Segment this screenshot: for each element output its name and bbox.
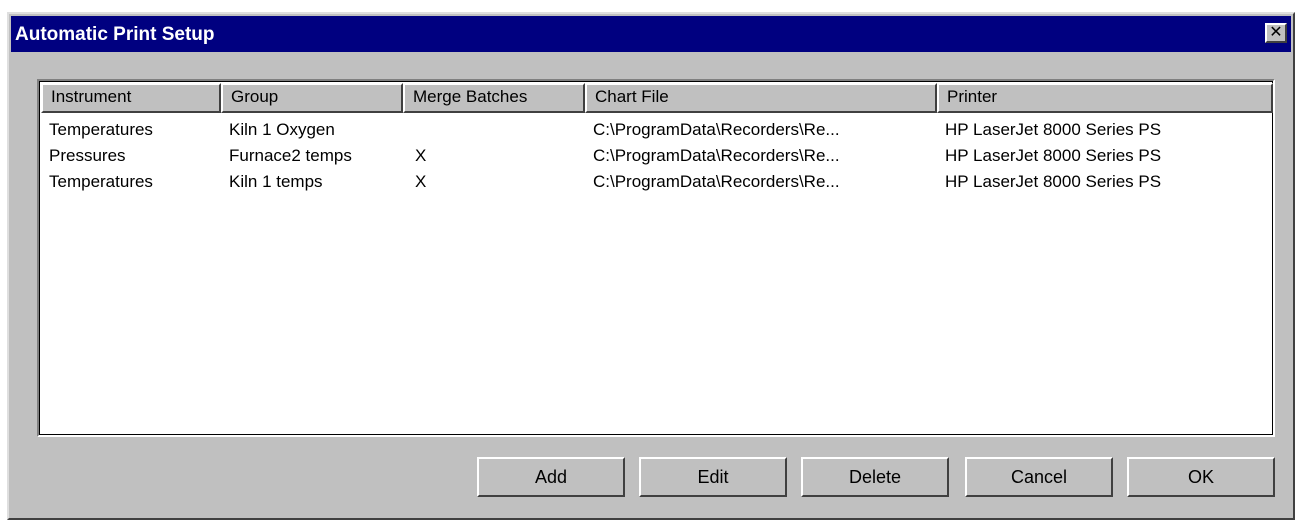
- window-title: Automatic Print Setup: [15, 24, 215, 45]
- cell-instrument: Temperatures: [49, 120, 153, 139]
- edit-button[interactable]: Edit: [639, 457, 787, 497]
- print-setup-list[interactable]: Instrument Group Merge Batches Chart Fil…: [37, 79, 1275, 437]
- ok-button[interactable]: OK: [1127, 457, 1275, 497]
- cell-chart-file: C:\ProgramData\Recorders\Re...: [593, 172, 840, 191]
- cell-printer: HP LaserJet 8000 Series PS: [945, 146, 1162, 165]
- list-rows: Temperatures Kiln 1 Oxygen C:\ProgramDat…: [41, 117, 1271, 195]
- column-header-chart-file[interactable]: Chart File: [585, 83, 937, 113]
- column-header-group[interactable]: Group: [221, 83, 403, 113]
- add-button[interactable]: Add: [477, 457, 625, 497]
- list-header: Instrument Group Merge Batches Chart Fil…: [41, 83, 1273, 113]
- column-header-merge-batches[interactable]: Merge Batches: [403, 83, 585, 113]
- title-bar[interactable]: Automatic Print Setup ✕: [11, 16, 1291, 52]
- automatic-print-setup-dialog: Automatic Print Setup ✕ Instrument Group…: [7, 12, 1295, 520]
- cancel-button[interactable]: Cancel: [965, 457, 1113, 497]
- cell-group: Kiln 1 temps: [229, 172, 323, 191]
- cell-merge-batches: X: [415, 146, 427, 165]
- cell-chart-file: C:\ProgramData\Recorders\Re...: [593, 120, 840, 139]
- table-row[interactable]: Temperatures Kiln 1 temps X C:\ProgramDa…: [41, 169, 1271, 195]
- cell-instrument: Pressures: [49, 146, 126, 165]
- cell-merge-batches: X: [415, 172, 427, 191]
- cell-group: Furnace2 temps: [229, 146, 352, 165]
- cell-printer: HP LaserJet 8000 Series PS: [945, 172, 1162, 191]
- close-button[interactable]: ✕: [1265, 23, 1287, 43]
- cell-chart-file: C:\ProgramData\Recorders\Re...: [593, 146, 840, 165]
- cell-instrument: Temperatures: [49, 172, 153, 191]
- table-row[interactable]: Pressures Furnace2 temps X C:\ProgramDat…: [41, 143, 1271, 169]
- column-header-instrument[interactable]: Instrument: [41, 83, 221, 113]
- cell-printer: HP LaserJet 8000 Series PS: [945, 120, 1162, 139]
- column-header-printer[interactable]: Printer: [937, 83, 1273, 113]
- delete-button[interactable]: Delete: [801, 457, 949, 497]
- close-icon: ✕: [1269, 24, 1283, 41]
- table-row[interactable]: Temperatures Kiln 1 Oxygen C:\ProgramDat…: [41, 117, 1271, 143]
- cell-group: Kiln 1 Oxygen: [229, 120, 335, 139]
